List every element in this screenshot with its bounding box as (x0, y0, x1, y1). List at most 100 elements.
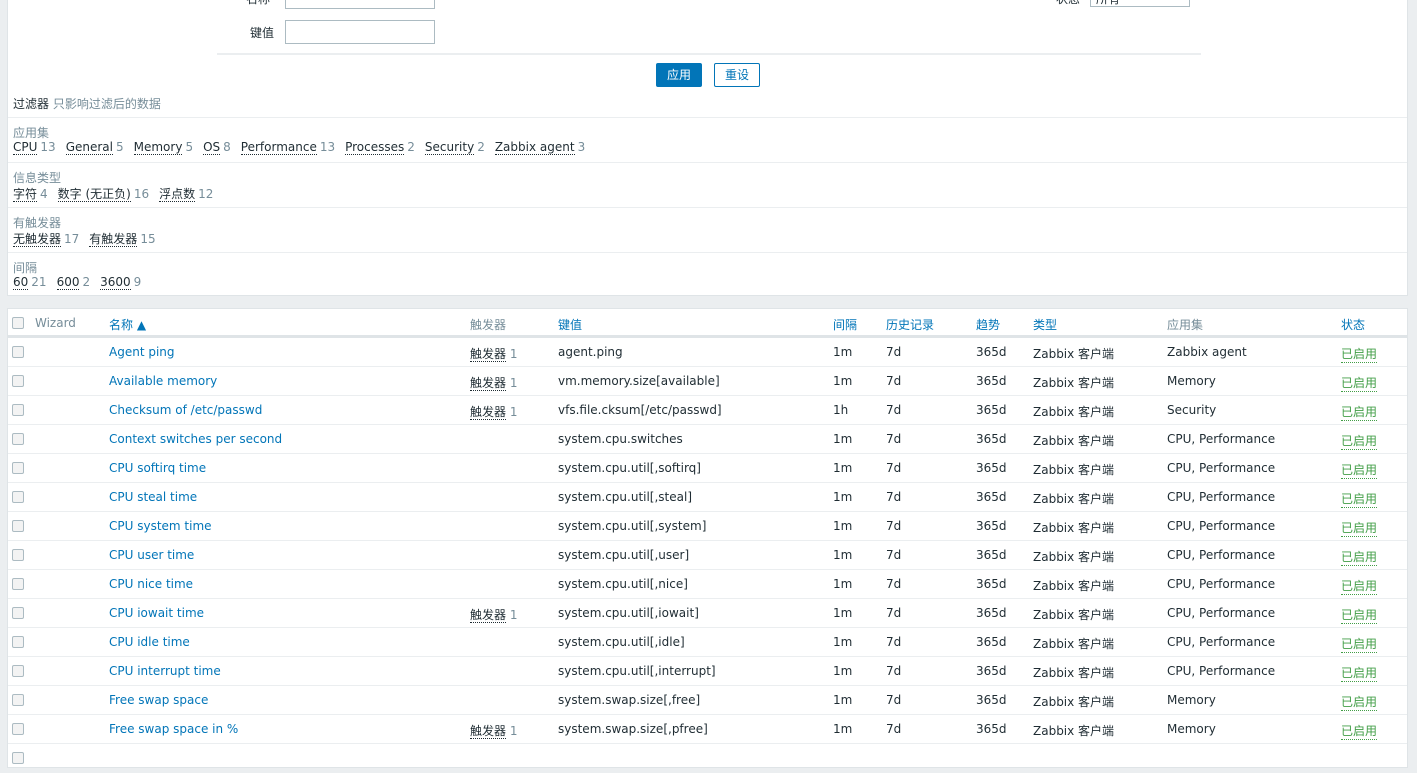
triggers-cell[interactable]: 触发器 1 (470, 345, 517, 362)
row-checkbox[interactable] (12, 346, 24, 358)
item-name-link[interactable]: Context switches per second (109, 432, 282, 446)
filter-value-link[interactable]: 字符 (13, 187, 38, 202)
status-toggle[interactable]: 已启用 (1341, 722, 1378, 740)
filter-value-link[interactable]: 无触发器 (13, 232, 62, 247)
triggers-cell[interactable]: 触发器 1 (470, 403, 517, 420)
status-toggle[interactable]: 已启用 (1341, 432, 1378, 450)
col-interval[interactable]: 间隔 (833, 316, 857, 333)
row-checkbox[interactable] (12, 665, 24, 677)
status-toggle[interactable]: 已启用 (1341, 461, 1378, 479)
item-name-link[interactable]: CPU user time (109, 548, 194, 562)
filter-value[interactable]: Processes 2 (345, 140, 415, 155)
row-checkbox[interactable] (12, 607, 24, 619)
row-checkbox[interactable] (12, 694, 24, 706)
filter-value-link[interactable]: OS (203, 140, 221, 155)
row-checkbox[interactable] (12, 752, 24, 764)
triggers-cell[interactable]: 触发器 1 (470, 722, 517, 739)
filter-value[interactable]: General 5 (65, 140, 124, 155)
table-row: CPU nice time system.cpu.util[,nice] 1m … (8, 570, 1407, 599)
filter-value[interactable]: Zabbix agent 3 (494, 140, 585, 155)
triggers-link[interactable]: 触发器 (470, 347, 507, 362)
triggers-link[interactable]: 触发器 (470, 608, 507, 623)
row-checkbox[interactable] (12, 723, 24, 735)
key-input[interactable] (285, 20, 435, 44)
col-history[interactable]: 历史记录 (886, 316, 934, 333)
status-toggle[interactable]: 已启用 (1341, 664, 1378, 682)
select-all-checkbox[interactable] (12, 317, 24, 329)
row-checkbox[interactable] (12, 636, 24, 648)
status-toggle[interactable]: 已启用 (1341, 374, 1378, 392)
triggers-link[interactable]: 触发器 (470, 376, 507, 391)
row-checkbox[interactable] (12, 375, 24, 387)
item-name-link[interactable]: Checksum of /etc/passwd (109, 403, 262, 417)
filter-value[interactable]: 浮点数 12 (159, 187, 213, 202)
col-wizard: Wizard (35, 316, 76, 330)
item-name-link[interactable]: Agent ping (109, 345, 175, 359)
filter-value-link[interactable]: Security (424, 140, 475, 155)
filter-value-link[interactable]: Zabbix agent (494, 140, 575, 155)
col-type[interactable]: 类型 (1033, 316, 1057, 333)
filter-value[interactable]: OS 8 (203, 140, 231, 155)
filter-value-link[interactable]: 600 (56, 275, 80, 290)
item-name-link[interactable]: CPU system time (109, 519, 212, 533)
filter-value[interactable]: 字符 4 (13, 187, 48, 202)
item-name-link[interactable]: Free swap space in % (109, 722, 238, 736)
triggers-cell[interactable]: 触发器 1 (470, 606, 517, 623)
filter-value-link[interactable]: 浮点数 (159, 187, 196, 202)
filter-value[interactable]: Security 2 (424, 140, 485, 155)
row-checkbox[interactable] (12, 462, 24, 474)
filter-value[interactable]: 数字 (无正负) 16 (57, 187, 149, 202)
row-checkbox[interactable] (12, 433, 24, 445)
item-name-link[interactable]: Available memory (109, 374, 217, 388)
status-toggle[interactable]: 已启用 (1341, 577, 1378, 595)
triggers-link[interactable]: 触发器 (470, 724, 507, 739)
filter-value[interactable]: Performance 13 (240, 140, 335, 155)
status-toggle[interactable]: 已启用 (1341, 403, 1378, 421)
item-name-link[interactable]: CPU interrupt time (109, 664, 221, 678)
filter-value-link[interactable]: 3600 (100, 275, 131, 290)
filter-value-link[interactable]: Performance (240, 140, 317, 155)
status-select[interactable]: 所有 (1090, 0, 1190, 7)
col-name[interactable]: 名称 ▲ (109, 316, 146, 333)
item-name-link[interactable]: CPU nice time (109, 577, 193, 591)
filter-value-link[interactable]: 数字 (无正负) (57, 187, 131, 202)
item-name-link[interactable]: CPU iowait time (109, 606, 204, 620)
item-name-link[interactable]: CPU softirq time (109, 461, 206, 475)
row-checkbox[interactable] (12, 520, 24, 532)
name-input[interactable] (285, 0, 435, 9)
filter-value[interactable]: 3600 9 (100, 275, 141, 290)
filter-value[interactable]: Memory 5 (133, 140, 193, 155)
status-toggle[interactable]: 已启用 (1341, 606, 1378, 624)
reset-button[interactable]: 重设 (714, 63, 761, 87)
filter-value-link[interactable]: Memory (133, 140, 183, 155)
row-checkbox[interactable] (12, 549, 24, 561)
status-toggle[interactable]: 已启用 (1341, 345, 1378, 363)
row-checkbox[interactable] (12, 491, 24, 503)
filter-value-link[interactable]: Processes (345, 140, 405, 155)
item-name-link[interactable]: CPU steal time (109, 490, 197, 504)
triggers-link[interactable]: 触发器 (470, 405, 507, 420)
filter-value-link[interactable]: CPU (13, 140, 38, 155)
status-toggle[interactable]: 已启用 (1341, 635, 1378, 653)
triggers-cell[interactable]: 触发器 1 (470, 374, 517, 391)
filter-value[interactable]: 无触发器 17 (13, 232, 79, 247)
apply-button[interactable]: 应用 (656, 63, 703, 87)
item-name-link[interactable]: Free swap space (109, 693, 208, 707)
col-trends[interactable]: 趋势 (976, 316, 1000, 333)
status-toggle[interactable]: 已启用 (1341, 548, 1378, 566)
status-toggle[interactable]: 已启用 (1341, 693, 1378, 711)
item-name-link[interactable]: CPU idle time (109, 635, 190, 649)
filter-value[interactable]: 60 21 (13, 275, 47, 290)
row-checkbox[interactable] (12, 578, 24, 590)
status-toggle[interactable]: 已启用 (1341, 490, 1378, 508)
filter-value-link[interactable]: General (65, 140, 113, 155)
status-toggle[interactable]: 已启用 (1341, 519, 1378, 537)
filter-value-link[interactable]: 60 (13, 275, 29, 290)
col-status[interactable]: 状态 (1341, 316, 1365, 333)
filter-value-link[interactable]: 有触发器 (89, 232, 138, 247)
filter-value[interactable]: 600 2 (56, 275, 90, 290)
col-key[interactable]: 键值 (558, 316, 582, 333)
filter-value[interactable]: CPU 13 (13, 140, 56, 155)
filter-value[interactable]: 有触发器 15 (89, 232, 156, 247)
row-checkbox[interactable] (12, 404, 24, 416)
